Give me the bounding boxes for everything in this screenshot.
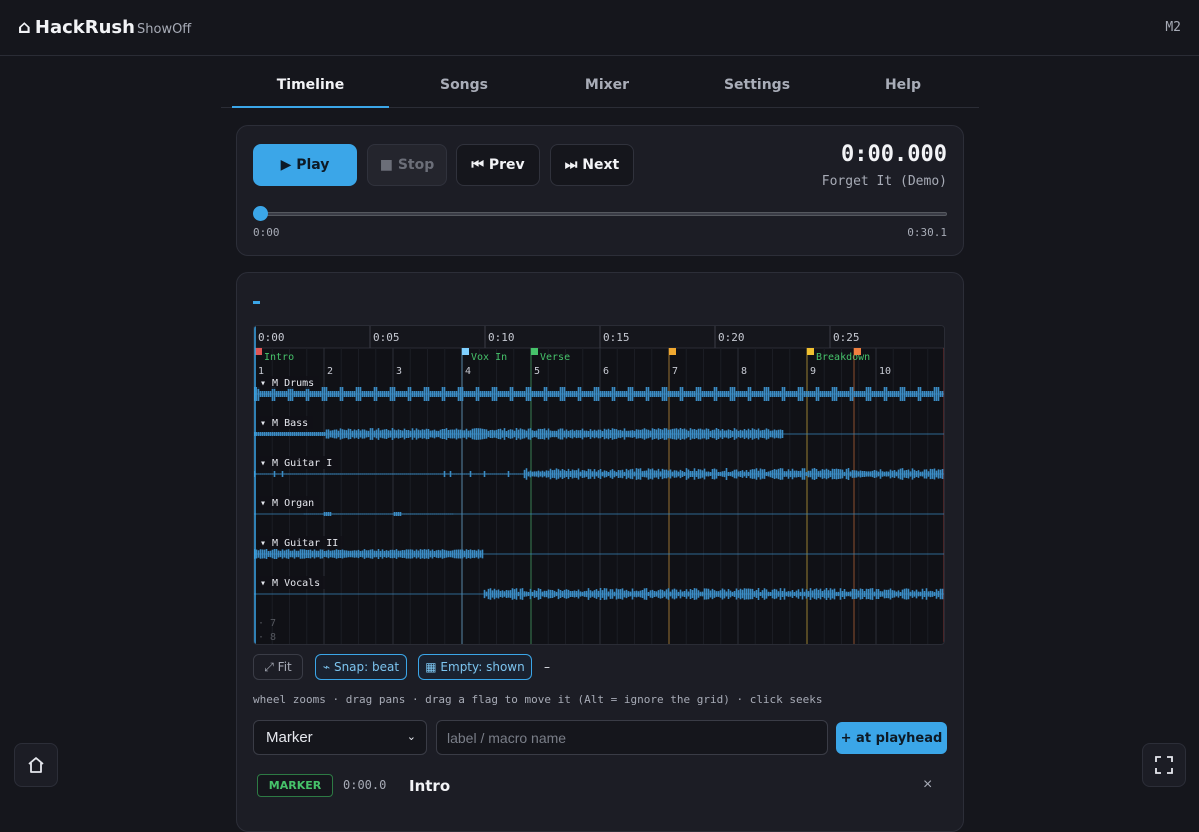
bar-number: 7 (672, 366, 678, 377)
marker-flag (531, 348, 538, 355)
marker-label: Breakdown (816, 352, 870, 363)
marker-flag (944, 348, 945, 355)
bar-number: 1 (258, 366, 264, 377)
mode-badge: M2 (1165, 20, 1181, 35)
marker-type-value: Marker (266, 729, 313, 746)
track-label: ▾ M Bass (260, 418, 308, 429)
waveform (254, 468, 944, 480)
app-brand[interactable]: ⌂ HackRush (18, 17, 135, 38)
app-subtitle: ShowOff (137, 22, 192, 37)
next-button[interactable]: ⏭ Next (550, 144, 634, 186)
home-icon: ⌂ (18, 17, 31, 38)
play-button[interactable]: ▶ Play (253, 144, 357, 186)
collapse-dash[interactable]: – (537, 654, 557, 680)
bar-number: 2 (327, 366, 333, 377)
bar-number: 9 (810, 366, 816, 377)
tab-timeline[interactable]: Timeline (232, 56, 389, 108)
marker-name[interactable]: Intro (409, 777, 450, 795)
track-label: ▾ M Organ (260, 498, 314, 509)
marker-flag (854, 348, 861, 355)
prev-button[interactable]: ⏮ Prev (456, 144, 540, 186)
marker-label: Vox In (471, 352, 507, 363)
bar-number: 6 (603, 366, 609, 377)
marker-time: 0:00.0 (343, 778, 387, 792)
fit-button[interactable]: ⤢ Fit (253, 654, 303, 680)
seek-start-label: 0:00 (253, 226, 280, 239)
tab-songs[interactable]: Songs (407, 56, 521, 108)
marker-label-input[interactable] (436, 720, 828, 755)
transport-card: ▶ Play ■ Stop ⏮ Prev ⏭ Next 0:00.000 For… (236, 125, 964, 256)
waveform (254, 549, 484, 559)
ruler-label: 0:25 (833, 331, 860, 344)
marker-flag (669, 348, 676, 355)
playhead-time: 0:00.000 (841, 142, 947, 167)
remove-marker-button[interactable]: × (923, 776, 932, 794)
track-label: ▾ M Guitar II (260, 538, 338, 549)
ruler-label: 0:15 (603, 331, 630, 344)
fullscreen-button[interactable] (1142, 743, 1186, 787)
seek-track[interactable] (261, 212, 947, 216)
current-song: Forget It (Demo) (821, 174, 947, 189)
bar-number: 8 (741, 366, 747, 377)
home-button[interactable] (14, 743, 58, 787)
marker-label: Intro (264, 352, 294, 363)
marker-flag (462, 348, 469, 355)
ruler-label: 0:00 (258, 331, 285, 344)
timeline-hint: wheel zooms · drag pans · drag a flag to… (253, 693, 823, 706)
main-tabs: Timeline Songs Mixer Settings Help (221, 56, 979, 108)
timeline-svg: 1 2 3 4 5 6 7 8 9 10 0:00 0:05 0:10 0:15 0:20 0:25 Intro… (254, 326, 945, 644)
snap-toggle[interactable]: ⌁ Snap: beat (315, 654, 407, 680)
stop-button[interactable]: ■ Stop (367, 144, 447, 186)
ruler-label: 0:20 (718, 331, 745, 344)
chevron-down-icon: ⌄ (406, 731, 416, 743)
marker-label: Verse (540, 352, 570, 363)
marker-flag (255, 348, 262, 355)
bar-number: 10 (879, 366, 891, 377)
marker-type-select[interactable]: Marker ⌄ (253, 720, 427, 755)
tab-mixer[interactable]: Mixer (551, 56, 663, 108)
bar-number: 3 (396, 366, 402, 377)
timeline-card: 1 2 3 4 5 6 7 8 9 10 0:00 0:05 0:10 0:15 0:20 0:25 Intro… (236, 272, 964, 832)
ruler-label: 0:05 (373, 331, 400, 344)
empty-lane-label: · 7 (258, 618, 276, 629)
fullscreen-icon (1155, 756, 1173, 774)
bar-number: 5 (534, 366, 540, 377)
empty-lane-label: · 8 (258, 632, 276, 643)
bar-number: 4 (465, 366, 471, 377)
marker-type-badge: MARKER (257, 774, 333, 797)
section-dash (253, 301, 260, 304)
tab-settings[interactable]: Settings (693, 56, 821, 108)
tab-help[interactable]: Help (851, 56, 955, 108)
ruler-label: 0:10 (488, 331, 515, 344)
app-title: HackRush (34, 17, 135, 38)
waveform (254, 428, 784, 440)
waveform (254, 387, 944, 401)
add-at-playhead-button[interactable]: + at playhead (836, 722, 947, 754)
timeline-canvas[interactable]: 1 2 3 4 5 6 7 8 9 10 0:00 0:05 0:10 0:15 0:20 0:25 Intro… (253, 325, 945, 645)
home-icon (28, 757, 44, 773)
top-bar: ⌂ HackRush ShowOff M2 (0, 0, 1199, 56)
track-label: ▾ M Drums (260, 378, 314, 389)
waveform (303, 512, 454, 516)
empty-toggle[interactable]: ▦ Empty: shown (418, 654, 532, 680)
marker-flag (807, 348, 814, 355)
track-label: ▾ M Vocals (260, 578, 320, 589)
seek-thumb[interactable] (253, 206, 268, 221)
seek-end-label: 0:30.1 (907, 226, 947, 239)
track-label: ▾ M Guitar I (260, 458, 332, 469)
